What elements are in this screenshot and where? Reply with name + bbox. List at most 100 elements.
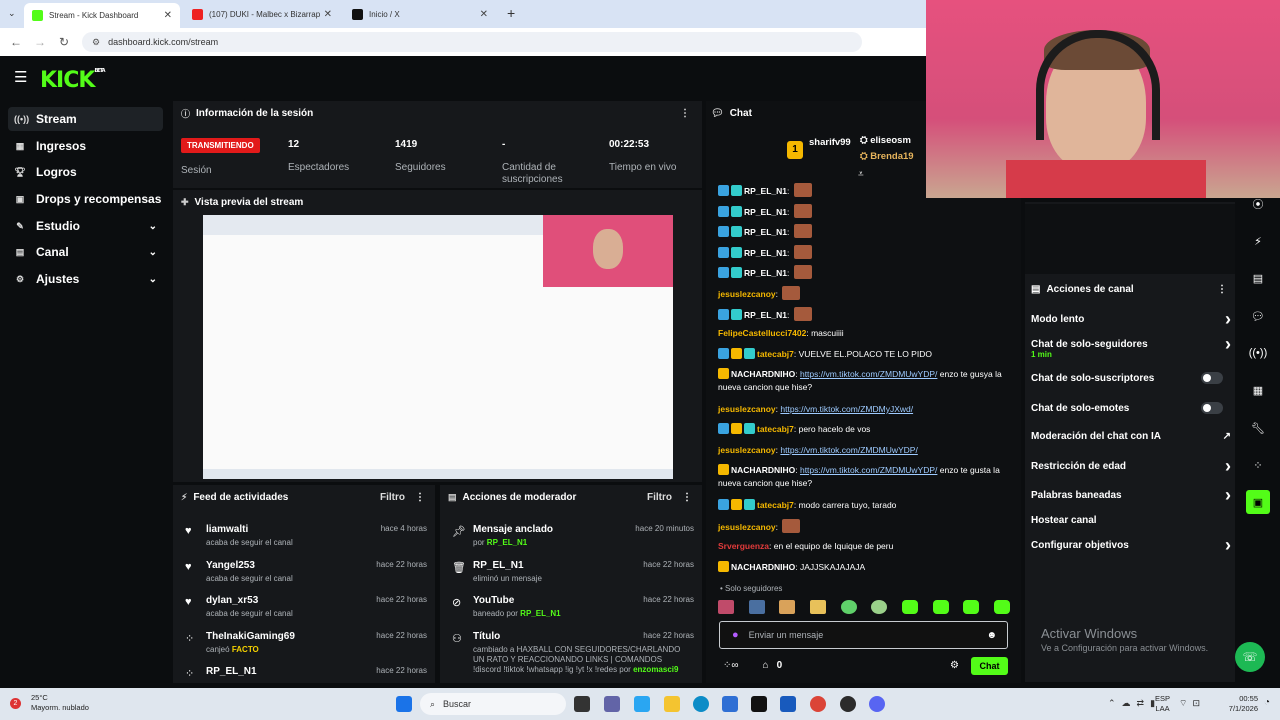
rail-wrench-icon[interactable]: 🔧︎ (1246, 416, 1270, 440)
explorer-icon[interactable] (664, 696, 680, 712)
chat-username[interactable]: NACHARDNIHO (731, 369, 795, 379)
item-sub-user[interactable]: RP_EL_N1 (487, 538, 527, 547)
rail-bolt-icon[interactable]: ⚡︎ (1246, 229, 1270, 253)
chat-username[interactable]: FelipeCastellucci7402 (718, 328, 806, 338)
discord-icon[interactable] (869, 696, 885, 712)
microphone-icon[interactable]: ● (732, 629, 739, 641)
close-tab-icon[interactable]: ✕ (480, 9, 488, 20)
emote-icon[interactable] (963, 600, 980, 614)
word-icon[interactable] (780, 696, 796, 712)
item-name[interactable]: Yangel253 (206, 560, 255, 571)
chat-username[interactable]: tatecabj7 (757, 500, 794, 510)
rail-list-icon[interactable]: ▤ (1246, 266, 1270, 290)
tray-icons[interactable]: ⌃☁⇄▮ (1108, 698, 1161, 709)
tab-kick-dashboard[interactable]: Stream - Kick Dashboard ✕ (24, 3, 180, 28)
tab-x[interactable]: Inicio / X ✕ (344, 3, 496, 25)
item-name[interactable]: dylan_xr53 (206, 595, 258, 606)
toggle-switch[interactable] (1201, 372, 1223, 384)
new-tab-button[interactable]: + (507, 5, 515, 21)
chat-username[interactable]: jesuslezcanoy (718, 445, 776, 455)
back-icon[interactable]: ← (4, 35, 28, 49)
notifications-icon[interactable]: ◔ (1264, 697, 1270, 708)
channel-action-row[interactable]: Hostear canal (1031, 515, 1231, 526)
channel-action-row[interactable]: Modo lento › (1031, 309, 1231, 329)
copilot-icon[interactable] (634, 696, 650, 712)
rail-layout-icon[interactable]: ▦ (1246, 378, 1270, 402)
more-options-icon[interactable]: ⋮ (682, 492, 692, 503)
chat-username[interactable]: RP_EL_N1 (744, 227, 787, 237)
clock[interactable]: 00:55 7/1/2026 (1224, 694, 1258, 714)
chat-username[interactable]: tatecabj7 (757, 424, 794, 434)
rail-broadcast-icon[interactable]: ((•)) (1246, 341, 1270, 365)
taskbar-search[interactable]: ⌕ Buscar (420, 693, 566, 715)
item-name[interactable]: YouTube (473, 595, 514, 606)
language-indicator[interactable]: ESP LAA (1155, 694, 1170, 714)
teams-icon[interactable] (604, 696, 620, 712)
sidebar-item-ingresos[interactable]: ▦ Ingresos (8, 134, 163, 158)
leaderboard-side-1[interactable]: ⛭ eliseosm (860, 135, 911, 146)
emote-icon[interactable] (932, 600, 949, 614)
leaderboard-expand-icon[interactable]: ⩡ (858, 169, 864, 180)
stream-preview-video[interactable] (203, 215, 673, 479)
emote-icon[interactable] (901, 600, 918, 614)
channel-action-row[interactable]: Chat de solo-suscriptores (1031, 372, 1231, 384)
emote-icon[interactable] (809, 600, 826, 614)
chat-username[interactable]: RP_EL_N1 (744, 310, 787, 320)
item-sub-user[interactable]: RP_EL_N1 (520, 609, 560, 618)
chat-username[interactable]: jesuslezcanoy (718, 289, 776, 299)
emote-icon[interactable] (779, 600, 796, 614)
obs-icon[interactable] (840, 696, 856, 712)
channel-action-row[interactable]: Chat de solo-emotes (1031, 402, 1231, 414)
emote-icon[interactable] (718, 600, 734, 614)
emote-icon[interactable] (748, 600, 765, 614)
item-name[interactable]: TheInakiGaming69 (206, 631, 295, 642)
tiktok-icon[interactable] (751, 696, 767, 712)
sidebar-item-stream[interactable]: ((•)) Stream (8, 107, 163, 131)
chrome-icon[interactable] (810, 696, 826, 712)
chat-link[interactable]: https://vm.tiktok.com/ZMDMUwYDP/ (800, 369, 937, 379)
chat-link[interactable]: https://vm.tiktok.com/ZMDMyJXwd/ (780, 404, 913, 414)
start-icon[interactable] (396, 696, 412, 712)
chat-username[interactable]: jesuslezcanoy (718, 404, 776, 414)
points-icon[interactable]: ⁘∞ (723, 660, 739, 671)
item-name[interactable]: liamwalti (206, 524, 248, 535)
reload-icon[interactable]: ↻ (52, 35, 76, 49)
item-name[interactable]: RP_EL_N1 (206, 666, 257, 677)
top-gifter-name[interactable]: sharifv99 (809, 137, 851, 148)
sidebar-item-ajustes[interactable]: ⚙ Ajustes ⌄ (8, 267, 163, 291)
filter-button[interactable]: Filtro (380, 492, 405, 503)
channel-action-row[interactable]: Moderación del chat con IA ↗ (1031, 431, 1231, 442)
kick-logo[interactable]: KICKBETA (40, 68, 106, 93)
chat-username[interactable]: tatecabj7 (757, 349, 794, 359)
emote-icon[interactable] (871, 600, 888, 614)
chat-username[interactable]: RP_EL_N1 (744, 248, 787, 258)
site-info-icon[interactable]: ⚙ (92, 37, 100, 48)
chat-username[interactable]: NACHARDNIHO (731, 465, 795, 475)
chat-username[interactable]: NACHARDNIHO (731, 562, 795, 572)
weather-widget[interactable]: 2 25°C Mayorm. nublado (10, 693, 89, 713)
more-options-icon[interactable]: ⋮ (415, 492, 425, 503)
sidebar-item-logros[interactable]: 🏆︎ Logros (8, 160, 163, 184)
task-view-icon[interactable] (574, 696, 590, 712)
forward-icon[interactable]: → (28, 35, 52, 49)
channel-action-row[interactable]: Configurar objetivos › (1031, 535, 1231, 555)
edge-icon[interactable] (693, 696, 709, 712)
more-options-icon[interactable]: ⋮ (680, 108, 690, 119)
chat-input[interactable]: ● Enviar un mensaje ☻ (719, 621, 1008, 649)
emote-icon[interactable] (840, 600, 857, 614)
chat-username[interactable]: RP_EL_N1 (744, 186, 787, 196)
close-tab-icon[interactable]: ✕ (164, 10, 172, 21)
system-icons[interactable]: ⌔⊡ (1179, 698, 1205, 709)
chat-username[interactable]: RP_EL_N1 (744, 268, 787, 278)
store-icon[interactable] (722, 696, 738, 712)
toggle-switch[interactable] (1201, 402, 1223, 414)
item-sub-user[interactable]: enzomasci9 (633, 665, 678, 674)
rail-active-icon[interactable]: ▣ (1246, 490, 1270, 514)
channel-action-row[interactable]: Chat de solo-seguidores 1 min › (1031, 334, 1231, 359)
tab-youtube[interactable]: (107) DUKI - Malbec x Bizarrap ✕ (184, 3, 340, 25)
chat-username[interactable]: jesuslezcanoy (718, 522, 776, 532)
sidebar-item-estudio[interactable]: ✎ Estudio ⌄ (8, 214, 163, 238)
support-chat-button[interactable]: ☏ (1235, 642, 1265, 672)
rail-chat-icon[interactable]: 💬︎ (1246, 304, 1270, 328)
send-chat-button[interactable]: Chat (971, 657, 1008, 675)
